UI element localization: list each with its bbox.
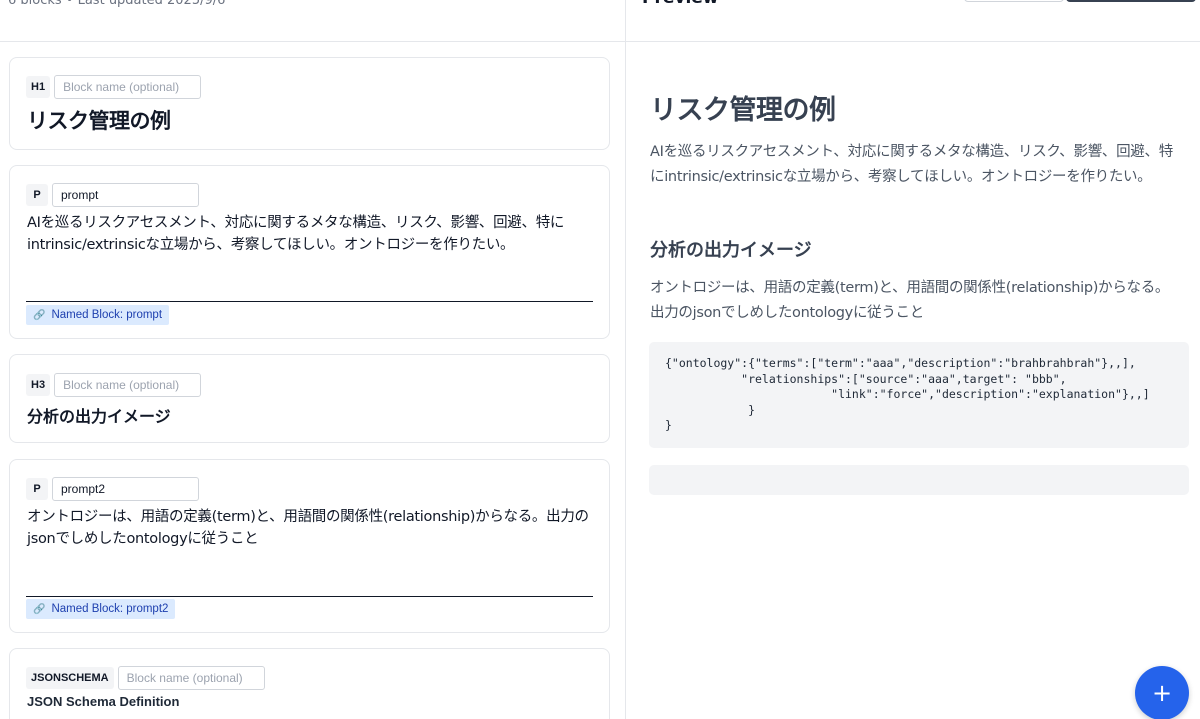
editor-header: 6 blocks • Last updated 2025/9/6: [0, 0, 625, 42]
block-header: P: [26, 477, 199, 501]
block-type-tag: H3: [26, 374, 51, 396]
preview-title: Preview: [642, 0, 719, 8]
block-card-jsonschema[interactable]: JSONSCHEMA JSON Schema Definition: [9, 648, 610, 719]
editor-app: 6 blocks • Last updated 2025/9/6 H1 リスク管…: [0, 0, 1200, 719]
block-header: H3: [26, 373, 202, 397]
named-block-chip: 🔗 Named Block: prompt: [26, 305, 170, 325]
block-name-input[interactable]: [52, 477, 199, 501]
block-type-tag: JSONSCHEMA: [26, 667, 114, 689]
content-divider: [26, 301, 593, 302]
preview-empty-block: [649, 465, 1189, 495]
preview-panel: Preview リスク管理の例 AIを巡るリスクアセスメント、対応に関するメタな…: [626, 0, 1200, 719]
preview-paragraph: AIを巡るリスクアセスメント、対応に関するメタな構造、リスク、影響、回避、特にi…: [650, 144, 1173, 185]
block-header: H1: [26, 75, 202, 99]
preview-primary-button[interactable]: [1066, 0, 1196, 2]
block-card-h1[interactable]: H1 リスク管理の例: [9, 57, 610, 150]
block-name-input[interactable]: [54, 75, 202, 99]
link-icon: 🔗: [33, 309, 46, 321]
document-meta: 6 blocks • Last updated 2025/9/6: [8, 0, 226, 8]
named-block-label: Named Block: prompt2: [51, 603, 169, 615]
block-content-paragraph[interactable]: AIを巡るリスクアセスメント、対応に関するメタな構造、リスク、影響、回避、特にi…: [27, 212, 595, 256]
preview-heading-3: 分析の出力イメージ: [650, 240, 812, 261]
block-content-heading[interactable]: 分析の出力イメージ: [27, 403, 595, 427]
named-block-label: Named Block: prompt: [51, 309, 163, 321]
block-card-h3[interactable]: H3 分析の出力イメージ: [9, 354, 610, 443]
block-header: JSONSCHEMA: [26, 666, 265, 690]
block-type-tag: P: [26, 184, 48, 206]
preview-code-block: {"ontology":{"terms":["term":"aaa","desc…: [649, 342, 1189, 448]
block-name-input[interactable]: [54, 373, 202, 397]
preview-header: Preview: [626, 0, 1200, 42]
link-icon: 🔗: [33, 603, 46, 615]
add-block-button[interactable]: +: [1135, 666, 1189, 719]
named-block-chip: 🔗 Named Block: prompt2: [26, 599, 176, 619]
block-editor-panel: 6 blocks • Last updated 2025/9/6 H1 リスク管…: [0, 0, 626, 719]
content-divider: [26, 596, 593, 597]
preview-heading-1: リスク管理の例: [650, 95, 836, 126]
block-type-tag: H1: [26, 76, 51, 98]
block-name-input[interactable]: [52, 183, 199, 207]
preview-paragraph: オントロジーは、用語の定義(term)と、用語間の関係性(relationshi…: [650, 280, 1170, 321]
block-header: P: [26, 183, 199, 207]
block-content-paragraph[interactable]: オントロジーは、用語の定義(term)と、用語間の関係性(relationshi…: [27, 506, 595, 550]
block-name-input[interactable]: [117, 666, 265, 690]
block-card-prompt[interactable]: P AIを巡るリスクアセスメント、対応に関するメタな構造、リスク、影響、回避、特…: [9, 165, 610, 339]
block-card-prompt2[interactable]: P オントロジーは、用語の定義(term)と、用語間の関係性(relations…: [9, 459, 610, 633]
block-content-heading[interactable]: リスク管理の例: [27, 105, 595, 135]
json-schema-label: JSON Schema Definition: [27, 694, 180, 709]
preview-toolbar-button[interactable]: [964, 0, 1064, 2]
plus-icon: +: [1151, 679, 1173, 707]
block-type-tag: P: [26, 478, 48, 500]
